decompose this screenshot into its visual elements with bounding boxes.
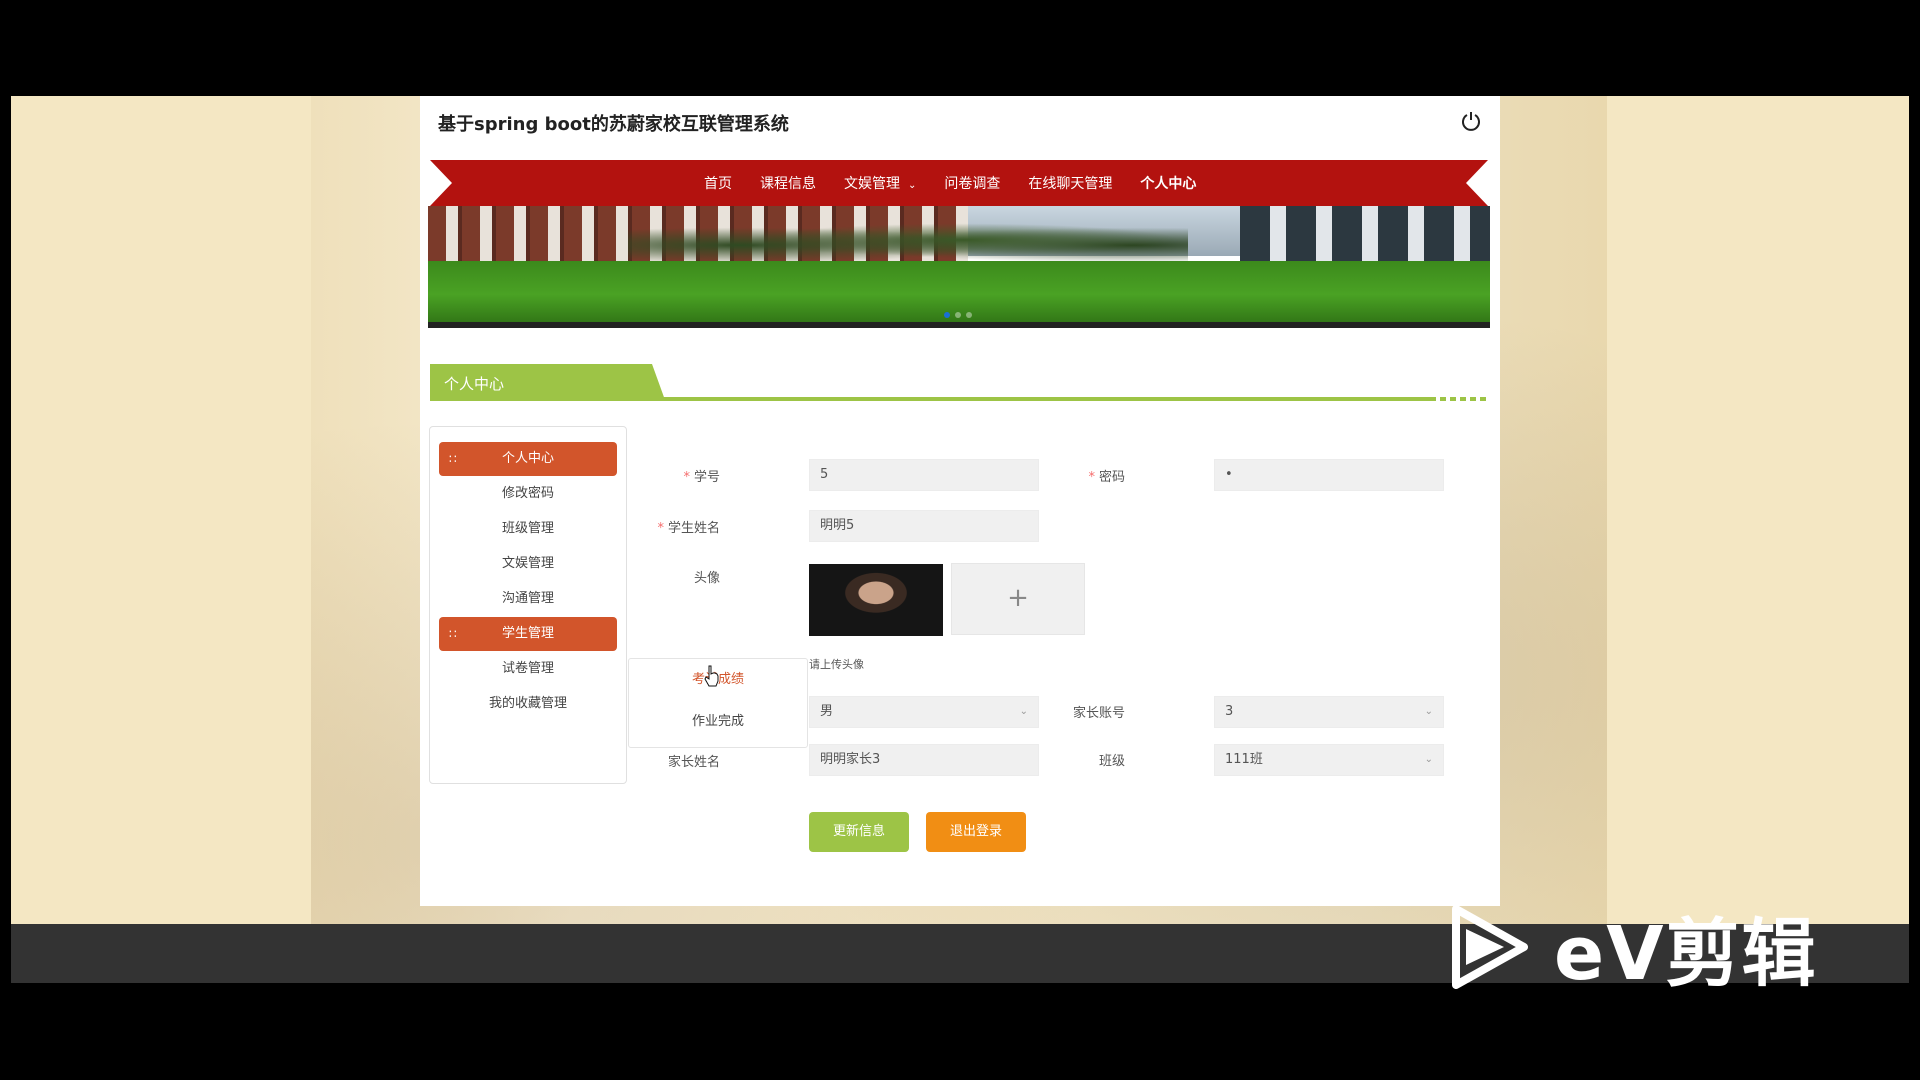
hand-cursor-icon (704, 665, 719, 687)
class-value: 111班 (1225, 752, 1263, 767)
logout-button[interactable]: 退出登录 (926, 812, 1026, 852)
menu-item-label: 个人中心 (501, 451, 554, 466)
main-page: 基于spring boot的苏蔚家校互联管理系统 首页 课程信息 文娱管理 ⌄ 问… (420, 96, 1500, 906)
nav-item-entertainment[interactable]: 文娱管理 ⌄ (844, 173, 916, 193)
gender-value: 男 (820, 704, 834, 719)
password-label-text: 密码 (1098, 470, 1125, 485)
menu-item-exam-paper[interactable]: 试卷管理 (439, 652, 617, 686)
student-name-input[interactable]: 明明5 (809, 510, 1039, 542)
carousel-dot[interactable] (955, 312, 961, 318)
nav-item-survey[interactable]: 问卷调查 (944, 173, 1000, 193)
parent-account-label: 家长账号 (1072, 706, 1125, 721)
menu-item-student[interactable]: ∷ 学生管理 (439, 617, 617, 651)
parent-account-select[interactable]: 3 ⌄ (1214, 696, 1444, 728)
menu-item-entertainment[interactable]: 文娱管理 (439, 547, 617, 581)
student-id-label: * 学号 (600, 466, 720, 485)
menu-item-personal-center[interactable]: ∷ 个人中心 (439, 442, 617, 476)
watermark-text: eV剪辑 (1554, 910, 1818, 997)
menu-item-class[interactable]: 班级管理 (439, 512, 617, 546)
nav-item-online-chat[interactable]: 在线聊天管理 (1028, 173, 1112, 193)
avatar-image[interactable] (809, 564, 943, 636)
grip-icon: ∷ (449, 452, 457, 466)
side-menu: ∷ 个人中心 修改密码 班级管理 文娱管理 沟通管理 ∷ 学生管理 试卷管理 我的收… (429, 426, 627, 784)
menu-item-favorites[interactable]: 我的收藏管理 (439, 687, 617, 721)
menu-item-label: 学生管理 (501, 626, 554, 641)
student-submenu: 考试成绩 作业完成 (628, 658, 808, 748)
update-info-button[interactable]: 更新信息 (809, 812, 909, 852)
nav-item-home[interactable]: 首页 (704, 173, 732, 193)
password-label: * 密码 (1005, 466, 1125, 485)
student-id-label-text: 学号 (693, 470, 720, 485)
section-title: 个人中心 (444, 375, 505, 393)
required-mark: * (683, 470, 690, 485)
student-name-label-text: 学生姓名 (667, 521, 720, 536)
banner-carousel (428, 206, 1490, 328)
power-icon[interactable] (1460, 110, 1482, 132)
video-frame: 基于spring boot的苏蔚家校互联管理系统 首页 课程信息 文娱管理 ⌄ 问… (11, 96, 1909, 983)
menu-item-communication[interactable]: 沟通管理 (439, 582, 617, 616)
required-mark: * (1088, 470, 1095, 485)
student-name-label: * 学生姓名 (600, 517, 720, 536)
carousel-indicators (944, 312, 972, 318)
play-icon (1452, 905, 1528, 989)
nav-item-label: 文娱管理 (844, 176, 900, 192)
chevron-down-icon: ⌄ (1424, 754, 1433, 765)
avatar-uploader[interactable]: + (951, 563, 1085, 635)
grip-icon: ∷ (449, 627, 457, 641)
submenu-item-homework[interactable]: 作业完成 (629, 701, 807, 743)
class-label: 班级 (1098, 754, 1125, 769)
section-header: 个人中心 (430, 364, 1488, 401)
password-input[interactable]: • (1214, 459, 1444, 491)
parent-name-label: 家长姓名 (667, 755, 720, 770)
parent-account-value: 3 (1225, 704, 1234, 719)
nav-item-course-info[interactable]: 课程信息 (760, 173, 816, 193)
carousel-dot[interactable] (966, 312, 972, 318)
ev-watermark: eV剪辑 (1452, 905, 1817, 997)
site-title: 基于spring boot的苏蔚家校互联管理系统 (438, 114, 789, 135)
chevron-down-icon: ⌄ (908, 180, 917, 191)
plus-icon: + (1007, 583, 1029, 613)
upload-tip: 请上传头像 (809, 658, 864, 671)
menu-item-change-password[interactable]: 修改密码 (439, 477, 617, 511)
chevron-down-icon: ⌄ (1424, 706, 1433, 717)
nav-item-personal-center[interactable]: 个人中心 (1140, 173, 1196, 193)
required-mark: * (657, 521, 664, 536)
carousel-dot[interactable] (944, 312, 950, 318)
top-navbar: 首页 课程信息 文娱管理 ⌄ 问卷调查 在线聊天管理 个人中心 (430, 160, 1488, 206)
avatar-label: 头像 (693, 571, 720, 586)
class-select[interactable]: 111班 ⌄ (1214, 744, 1444, 776)
